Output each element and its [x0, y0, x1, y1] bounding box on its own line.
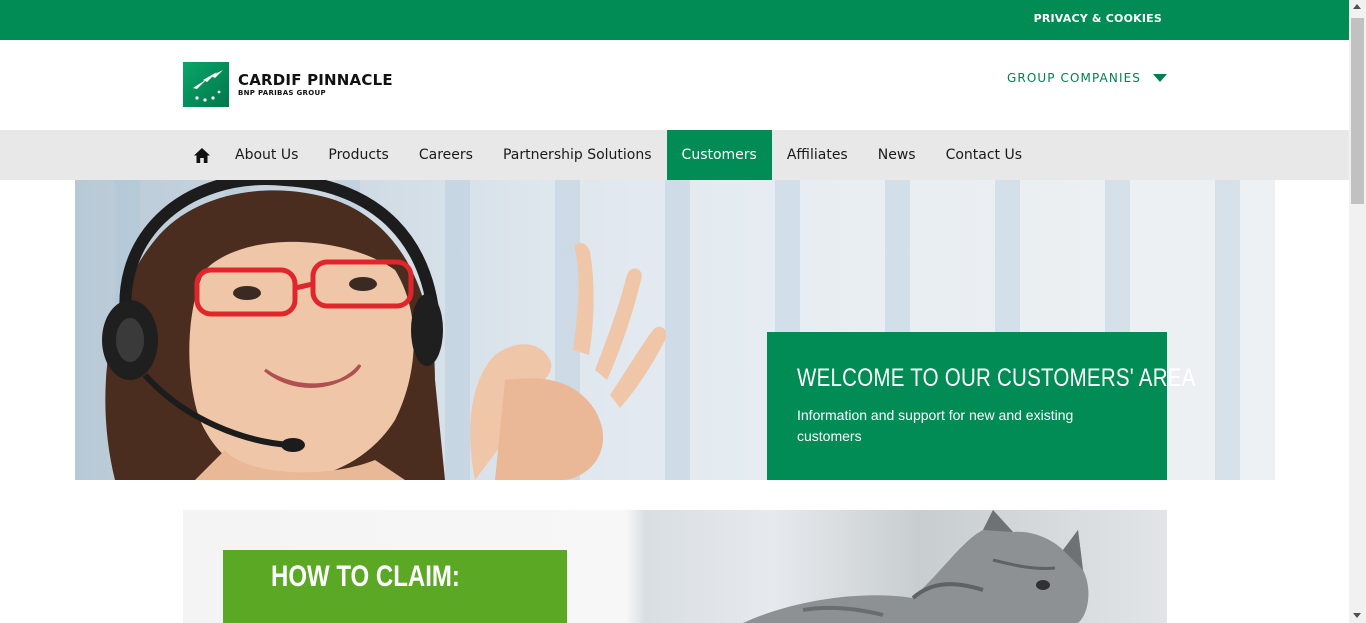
nav-item-careers[interactable]: Careers	[404, 130, 488, 180]
welcome-panel: WELCOME TO OUR CUSTOMERS' AREA Informati…	[767, 332, 1196, 480]
scroll-up-arrow-icon[interactable]	[1353, 4, 1361, 9]
nav-item-products[interactable]: Products	[313, 130, 403, 180]
hero-photo-woman-headset	[102, 180, 667, 480]
privacy-cookies-link[interactable]: PRIVACY & COOKIES	[1034, 12, 1162, 25]
logo-name: CARDIF PINNACLE	[238, 70, 393, 89]
logo[interactable]: CARDIF PINNACLE BNP PARIBAS GROUP	[183, 62, 393, 107]
chevron-down-icon	[1153, 74, 1167, 82]
nav-item-contact-us[interactable]: Contact Us	[931, 130, 1037, 180]
group-companies-label: GROUP COMPANIES	[1007, 71, 1141, 85]
logo-mark-icon	[183, 62, 229, 107]
top-bar: PRIVACY & COOKIES	[0, 0, 1349, 40]
nav-item-news[interactable]: News	[863, 130, 931, 180]
hero-banner: WELCOME TO OUR CUSTOMERS' AREA Informati…	[75, 180, 1275, 480]
nav-item-affiliates[interactable]: Affiliates	[772, 130, 863, 180]
cat-photo	[743, 510, 1089, 623]
scroll-thumb[interactable]	[1351, 18, 1364, 204]
nav-item-about-us[interactable]: About Us	[220, 130, 313, 180]
how-to-claim-title: HOW TO CLAIM:	[271, 560, 460, 593]
nav-item-partnership-solutions[interactable]: Partnership Solutions	[488, 130, 667, 180]
main-nav: About Us Products Careers Partnership So…	[0, 130, 1349, 180]
group-companies-dropdown[interactable]: GROUP COMPANIES	[1007, 71, 1167, 85]
nav-home[interactable]	[183, 130, 220, 180]
how-to-claim-section: HOW TO CLAIM:	[183, 510, 1167, 623]
site-header: CARDIF PINNACLE BNP PARIBAS GROUP GROUP …	[0, 40, 1349, 130]
scroll-down-arrow-icon[interactable]	[1353, 613, 1361, 618]
nav-item-customers[interactable]: Customers	[666, 130, 772, 180]
welcome-subtitle: Information and support for new and exis…	[797, 407, 1074, 444]
logo-subtitle: BNP PARIBAS GROUP	[238, 88, 326, 97]
page-scrollbar[interactable]	[1349, 0, 1366, 623]
home-icon	[193, 147, 210, 163]
welcome-title: WELCOME TO OUR CUSTOMERS' AREA	[797, 364, 1196, 392]
